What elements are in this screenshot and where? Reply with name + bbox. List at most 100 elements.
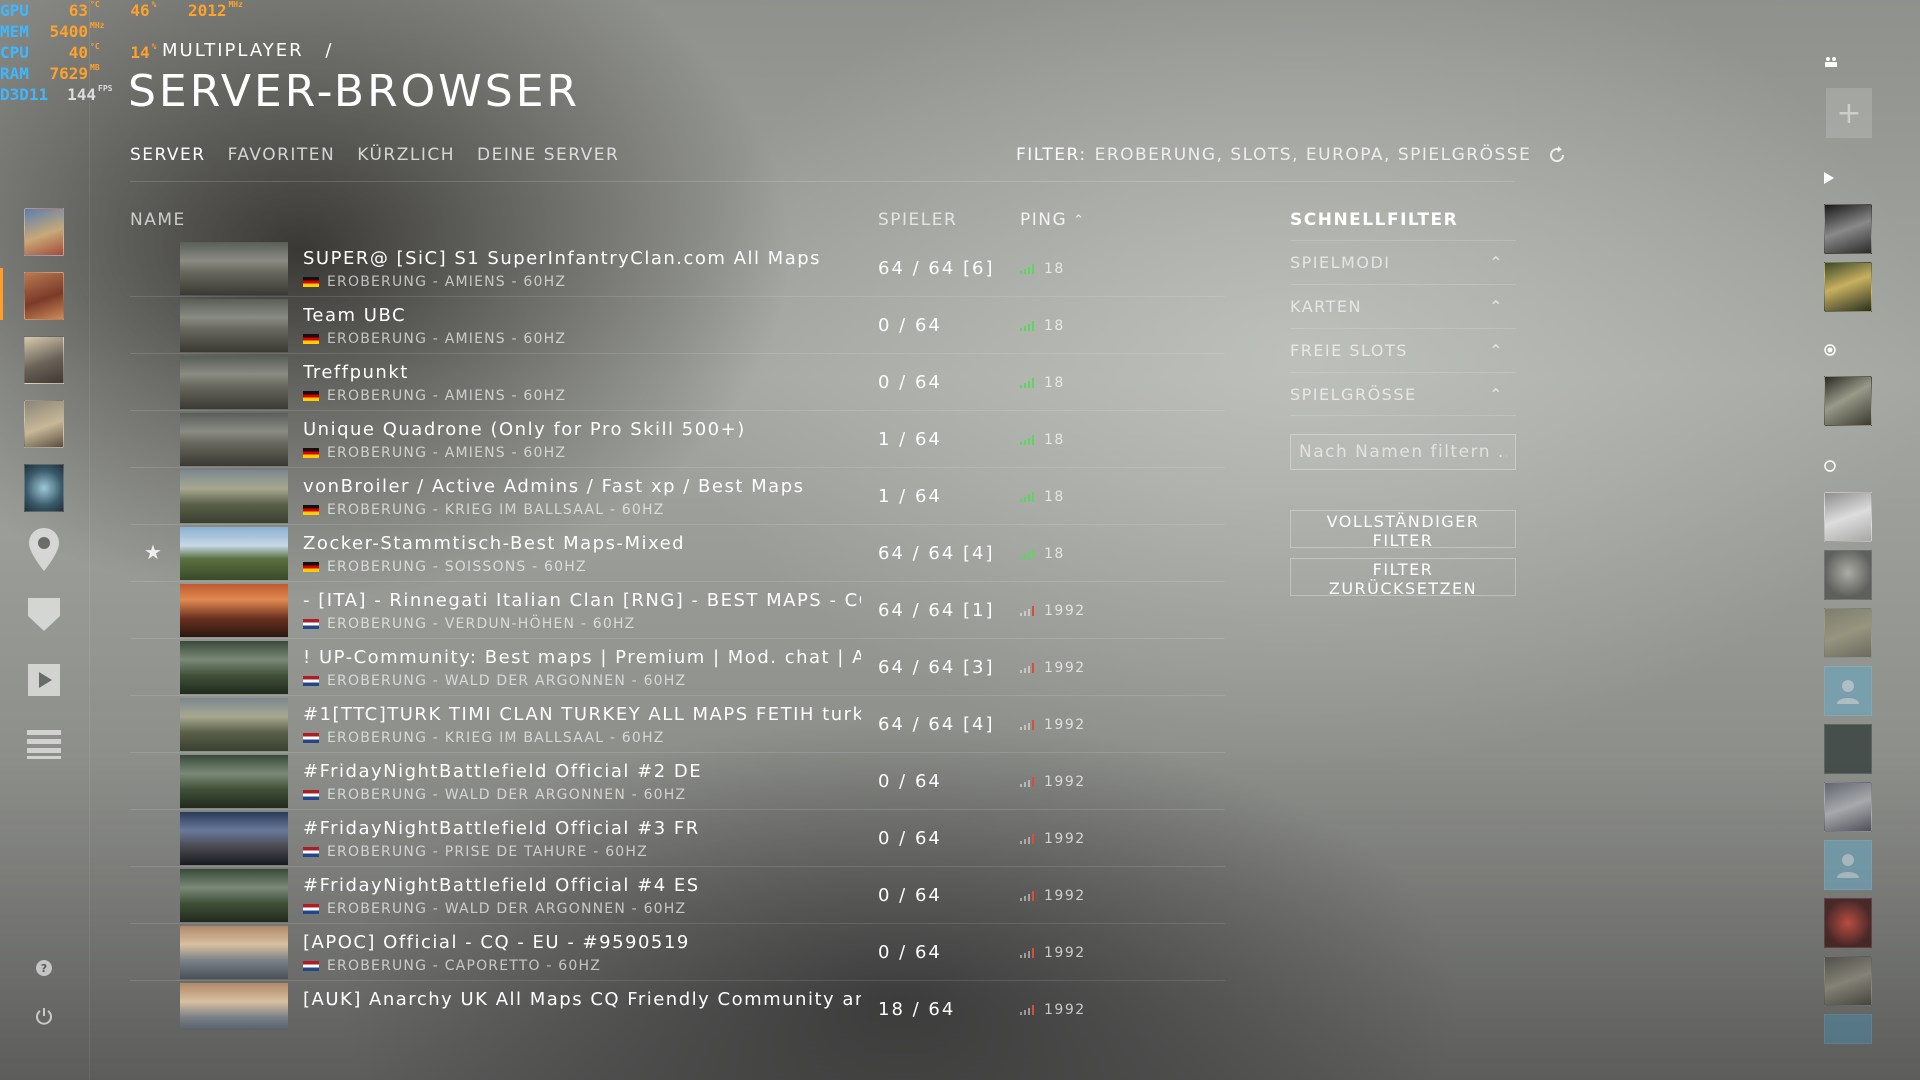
map-thumbnail [180,356,288,409]
favorite-star-icon[interactable] [144,599,164,619]
server-mode-map: EROBERUNG - VERDUN-HÖHEN - 60HZ [327,616,636,632]
server-mode-map: EROBERUNG - KRIEG IM BALLSAAL - 60HZ [327,502,665,518]
sort-ascending-icon: ⌃ [1073,212,1086,228]
ping: 1992 [1020,945,1086,961]
server-mode-map: EROBERUNG - WALD DER ARGONNEN - 60HZ [327,901,687,917]
full-filter-button[interactable]: VOLLSTÄNDIGER FILTER [1290,510,1516,550]
nav-soldier-avatar-3[interactable] [24,336,64,384]
server-row[interactable]: Treffpunkt EROBERUNG - AMIENS - 60HZ 0 /… [130,354,1225,411]
server-name: - [ITA] - Rinnegati Italian Clan [RNG] -… [303,590,861,611]
flag-icon [303,619,319,629]
server-mode-map: EROBERUNG - KRIEG IM BALLSAAL - 60HZ [327,730,665,746]
quick-filter-spielgroesse[interactable]: SPIELGRÖSSE ⌃ [1290,372,1516,416]
default-user-icon [1837,680,1859,704]
friend-avatar[interactable] [1824,204,1872,254]
signal-icon [1020,606,1034,616]
reset-filter-button[interactable]: FILTER ZURÜCKSETZEN [1290,558,1516,598]
friend-avatar[interactable] [1824,898,1872,948]
favorite-star-icon[interactable] [144,314,164,334]
favorite-star-icon[interactable] [144,428,164,448]
friend-avatar[interactable] [1824,262,1872,312]
quick-filter-karten[interactable]: KARTEN ⌃ [1290,284,1516,328]
refresh-icon[interactable] [1547,145,1567,165]
nav-soldier-avatar-1[interactable] [24,208,64,256]
ping-value: 1992 [1044,717,1086,733]
favorite-star-icon[interactable] [144,827,164,847]
favorite-star-icon[interactable] [144,770,164,790]
server-row[interactable]: SUPER@ [SiC] S1 SuperInfantryClan.com Al… [130,240,1225,297]
nav-map-thumbnail[interactable] [24,464,64,512]
server-row[interactable]: #1[TTC]TURK TIMI CLAN TURKEY ALL MAPS FE… [130,696,1225,753]
play-icon[interactable] [26,662,62,698]
column-header-players[interactable]: SPIELER [878,210,957,230]
nav-soldier-avatar-4[interactable] [24,400,64,448]
shield-icon[interactable] [26,596,62,632]
server-row[interactable]: [AUK] Anarchy UK All Maps CQ Friendly Co… [130,981,1225,1030]
tab-server[interactable]: SERVER [130,145,206,165]
tab-favoriten[interactable]: FAVORITEN [228,145,336,165]
friend-avatar[interactable] [1824,956,1872,1006]
signal-icon [1020,948,1034,958]
quick-filter-freie-slots[interactable]: FREIE SLOTS ⌃ [1290,328,1516,372]
add-friend-button[interactable]: + [1826,88,1872,138]
favorite-star-icon[interactable] [144,257,164,277]
server-row[interactable]: #FridayNightBattlefield Official #3 FR E… [130,810,1225,867]
server-row[interactable]: vonBroiler / Active Admins / Fast xp / B… [130,468,1225,525]
server-row[interactable]: - [ITA] - Rinnegati Italian Clan [RNG] -… [130,582,1225,639]
server-row[interactable]: ! UP-Community: Best maps | Premium | Mo… [130,639,1225,696]
server-row[interactable]: Team UBC EROBERUNG - AMIENS - 60HZ 0 / 6… [130,297,1225,354]
party-icon[interactable] [1824,56,1838,72]
server-row[interactable]: #FridayNightBattlefield Official #2 DE E… [130,753,1225,810]
friend-avatar[interactable] [1824,492,1872,542]
quick-filter-label: FREIE SLOTS [1290,341,1408,360]
friend-avatar[interactable] [1824,608,1872,658]
friend-avatar[interactable] [1824,1014,1872,1044]
breadcrumb-multiplayer[interactable]: MULTIPLAYER [162,40,304,61]
favorite-star-icon[interactable] [144,656,164,676]
server-meta: EROBERUNG - AMIENS - 60HZ [303,274,566,290]
quick-filter-spielmodi[interactable]: SPIELMODI ⌃ [1290,240,1516,284]
map-thumbnail [180,983,288,1030]
friend-avatar[interactable] [1824,376,1872,426]
server-meta: EROBERUNG - WALD DER ARGONNEN - 60HZ [303,901,686,917]
server-row[interactable]: [APOC] Official - CQ - EU - #9590519 ERO… [130,924,1225,981]
favorite-star-icon[interactable] [144,713,164,733]
player-count: 64 / 64 [3] [878,657,995,678]
friend-avatar[interactable] [1824,550,1872,600]
favorite-star-icon[interactable] [144,941,164,961]
map-thumbnail [180,242,288,295]
tab-deine-server[interactable]: DEINE SERVER [477,145,619,165]
friend-avatar[interactable] [1824,666,1872,716]
column-header-name[interactable]: NAME [130,210,186,230]
server-name: ! UP-Community: Best maps | Premium | Mo… [303,647,861,668]
player-count: 0 / 64 [878,828,942,849]
menu-icon[interactable] [26,726,62,762]
help-icon[interactable]: ? [26,950,62,986]
favorite-star-icon[interactable] [144,485,164,505]
server-meta: EROBERUNG - VERDUN-HÖHEN - 60HZ [303,616,635,632]
name-filter-input[interactable] [1290,434,1516,470]
player-count: 1 / 64 [878,486,942,507]
ping-value: 1992 [1044,603,1086,619]
server-name: vonBroiler / Active Admins / Fast xp / B… [303,476,805,497]
friend-avatar[interactable] [1824,782,1872,832]
nav-soldier-avatar-2[interactable] [24,272,64,320]
favorite-star-icon[interactable] [144,998,164,1018]
friend-avatar[interactable] [1824,724,1872,774]
server-row[interactable]: ★ Zocker-Stammtisch-Best Maps-Mixed EROB… [130,525,1225,582]
server-meta: EROBERUNG - KRIEG IM BALLSAAL - 60HZ [303,502,665,518]
favorite-star-icon[interactable] [144,884,164,904]
friend-avatar[interactable] [1824,840,1872,890]
tab-kuerzlich[interactable]: KÜRZLICH [357,145,455,165]
server-name: #1[TTC]TURK TIMI CLAN TURKEY ALL MAPS FE… [303,704,861,725]
server-meta: EROBERUNG - AMIENS - 60HZ [303,388,566,404]
server-row[interactable]: Unique Quadrone (Only for Pro Skill 500+… [130,411,1225,468]
favorite-star-icon[interactable] [144,371,164,391]
power-icon[interactable] [26,998,62,1034]
column-header-ping[interactable]: PING ⌃ [1020,210,1086,230]
play-icon[interactable] [1824,172,1834,188]
server-row[interactable]: #FridayNightBattlefield Official #4 ES E… [130,867,1225,924]
favorite-star-icon[interactable]: ★ [144,542,164,562]
map-pin-icon[interactable] [26,528,62,571]
player-count: 18 / 64 [878,999,956,1020]
